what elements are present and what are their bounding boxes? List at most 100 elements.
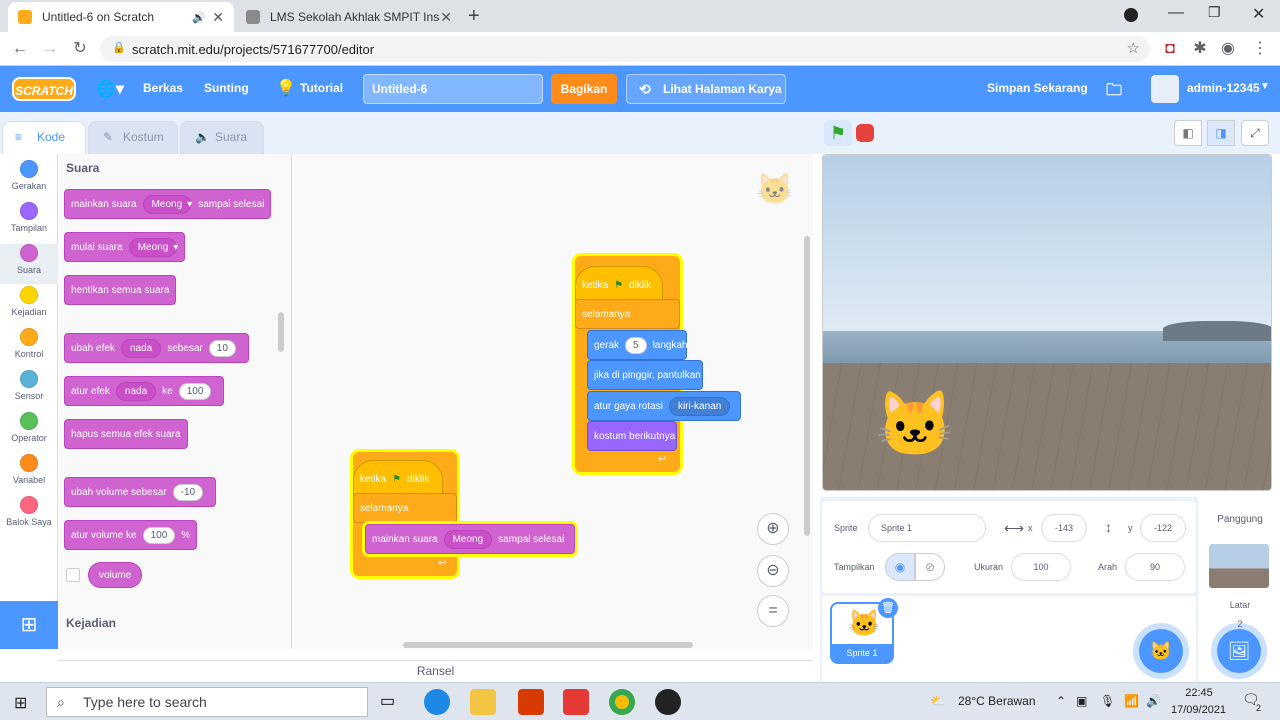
- volume-monitor-checkbox[interactable]: [66, 568, 80, 582]
- block-move-steps[interactable]: gerak 5 langkah: [587, 330, 688, 360]
- workspace-scrollbar-vertical[interactable]: [804, 236, 810, 536]
- block-set-rotation-style[interactable]: atur gaya rotasi kiri-kanan: [587, 391, 741, 421]
- address-bar[interactable]: 🔒 scratch.mit.edu/projects/571677700/edi…: [100, 36, 1150, 62]
- backpack-bar[interactable]: Ransel: [58, 660, 813, 682]
- block-set-effect[interactable]: atur efek nada ke 100: [64, 376, 225, 406]
- hide-eye-icon[interactable]: ⊘: [915, 553, 945, 581]
- tab-costumes[interactable]: ✎ Kostum: [88, 121, 178, 154]
- maximize-icon[interactable]: ❐: [1208, 4, 1221, 21]
- back-icon[interactable]: ←: [10, 40, 30, 58]
- block-change-effect[interactable]: ubah efek nada sebesar 10: [64, 333, 249, 363]
- language-globe-icon[interactable]: 🌐▾: [96, 79, 124, 99]
- number-input[interactable]: -10: [172, 483, 204, 501]
- task-view-icon[interactable]: ▭: [380, 691, 395, 711]
- fullscreen-icon[interactable]: ⤢: [1241, 120, 1269, 146]
- choose-backdrop-button[interactable]: 🖼: [1217, 629, 1261, 673]
- effect-dropdown[interactable]: nada: [120, 338, 162, 358]
- see-project-page-button[interactable]: ⟲ Lihat Halaman Karya: [626, 74, 786, 104]
- category-sound[interactable]: Suara: [0, 244, 58, 284]
- bookmark-star-icon[interactable]: ☆: [1127, 39, 1140, 57]
- microphone-icon[interactable]: 🎙: [1100, 694, 1115, 708]
- menu-edit[interactable]: Sunting: [204, 81, 249, 95]
- close-window-icon[interactable]: ✕: [1252, 4, 1265, 24]
- number-input[interactable]: 100: [178, 382, 212, 400]
- obs-icon[interactable]: [655, 689, 681, 715]
- effect-dropdown[interactable]: nada: [115, 381, 157, 401]
- delete-trash-icon[interactable]: 🗑: [878, 598, 898, 618]
- stop-button[interactable]: [856, 124, 874, 142]
- add-extension-button[interactable]: ⊞: [0, 601, 58, 649]
- show-eye-icon[interactable]: ◉: [885, 553, 915, 581]
- speaker-icon[interactable]: 🔊: [192, 11, 206, 24]
- save-now-button[interactable]: Simpan Sekarang: [987, 81, 1088, 95]
- scratch-logo[interactable]: SCRATCH: [12, 77, 76, 101]
- small-stage-icon[interactable]: ◧: [1174, 120, 1202, 146]
- cat-sprite[interactable]: 🐱: [875, 389, 955, 459]
- workspace-scrollbar-horizontal[interactable]: [403, 642, 693, 648]
- category-variables[interactable]: Variabel: [0, 454, 58, 485]
- weather-text[interactable]: 28°C Berawan: [958, 694, 1036, 708]
- account-dropdown-icon[interactable]: ▼: [1260, 81, 1270, 92]
- username[interactable]: admin-12345: [1187, 81, 1260, 95]
- windows-start-icon[interactable]: ⊞: [14, 693, 27, 713]
- category-sensing[interactable]: Sensor: [0, 370, 58, 401]
- extensions-puzzle-icon[interactable]: ✱: [1190, 40, 1210, 58]
- close-tab-icon[interactable]: ✕: [212, 9, 224, 26]
- profile-dropdown-icon[interactable]: [1124, 8, 1138, 22]
- y-input[interactable]: -122: [1140, 514, 1186, 542]
- block-play-sound-until-done[interactable]: mainkan suara Meong sampai selesai: [365, 524, 575, 554]
- clock-date[interactable]: 17/09/2021: [1171, 704, 1226, 716]
- new-tab-icon[interactable]: +: [468, 5, 480, 28]
- category-control[interactable]: Kontrol: [0, 328, 58, 359]
- extension-pocket-icon[interactable]: ◘: [1160, 40, 1180, 58]
- taskbar-search-input[interactable]: ⌕ Type here to search: [46, 687, 368, 717]
- close-tab-icon[interactable]: ✕: [440, 9, 452, 26]
- code-workspace[interactable]: 🐱 ketika ⚑ diklik selamanya gerak 5 lang…: [292, 154, 813, 649]
- block-stop-all-sounds[interactable]: hentikan semua suara: [64, 275, 177, 305]
- number-input[interactable]: 10: [208, 339, 236, 357]
- normal-stage-icon[interactable]: ◨: [1207, 120, 1235, 146]
- wifi-icon[interactable]: 📶: [1124, 694, 1139, 708]
- tab-code[interactable]: ≡ Kode: [2, 121, 86, 154]
- category-my-blocks[interactable]: Balok Saya: [0, 496, 58, 527]
- weather-icon[interactable]: ⛅: [930, 694, 945, 708]
- green-flag-button[interactable]: ⚑: [824, 120, 852, 146]
- block-volume-reporter[interactable]: volume: [88, 562, 143, 588]
- block-bounce-on-edge[interactable]: jika di pinggir, pantulkan: [587, 360, 703, 390]
- browser-menu-icon[interactable]: ⋮: [1250, 40, 1270, 58]
- sound-dropdown[interactable]: Meong: [128, 237, 178, 257]
- block-forever[interactable]: selamanya: [575, 299, 680, 329]
- my-stuff-folder-icon[interactable]: 🗀: [1106, 79, 1122, 106]
- category-events[interactable]: Kejadian: [0, 286, 58, 317]
- block-clear-sound-effects[interactable]: hapus semua efek suara: [64, 419, 188, 449]
- tab-sounds[interactable]: 🔈 Suara: [180, 121, 264, 154]
- zoom-out-button[interactable]: ⊖: [757, 555, 789, 587]
- block-change-volume[interactable]: ubah volume sebesar -10: [64, 477, 217, 507]
- block-start-sound[interactable]: mulai suara Meong ▾: [64, 232, 186, 262]
- forward-icon[interactable]: →: [40, 40, 60, 58]
- stage-canvas[interactable]: 🐱: [822, 154, 1272, 491]
- office-icon[interactable]: [518, 689, 544, 715]
- block-next-costume[interactable]: kostum berikutnya: [587, 421, 677, 451]
- file-explorer-icon[interactable]: [470, 689, 496, 715]
- block-forever[interactable]: selamanya: [353, 493, 457, 523]
- tray-app-icon[interactable]: ▣: [1076, 694, 1087, 708]
- edge-browser-icon[interactable]: [424, 689, 450, 715]
- number-input[interactable]: 100: [142, 526, 176, 544]
- number-input[interactable]: 5: [625, 336, 647, 354]
- menu-file[interactable]: Berkas: [143, 81, 183, 95]
- avatar[interactable]: [1151, 75, 1179, 103]
- minimize-icon[interactable]: —: [1168, 4, 1184, 22]
- category-operators[interactable]: Operator: [0, 412, 58, 443]
- zoom-reset-button[interactable]: =: [757, 595, 789, 627]
- category-motion[interactable]: Gerakan: [0, 160, 58, 191]
- profile-avatar-icon[interactable]: ◉: [1218, 40, 1238, 58]
- tray-chevron-icon[interactable]: ⌃: [1056, 694, 1066, 708]
- reload-icon[interactable]: ↻: [70, 40, 90, 58]
- project-title-input[interactable]: Untitled-6: [363, 74, 543, 104]
- block-play-sound-until-done[interactable]: mainkan suara Meong ▾ sampai selesai: [64, 189, 272, 219]
- block-set-volume[interactable]: atur volume ke 100 %: [64, 520, 198, 550]
- sound-dropdown[interactable]: Meong: [142, 194, 192, 214]
- chrome-icon[interactable]: [609, 689, 635, 715]
- zoom-in-button[interactable]: ⊕: [757, 513, 789, 545]
